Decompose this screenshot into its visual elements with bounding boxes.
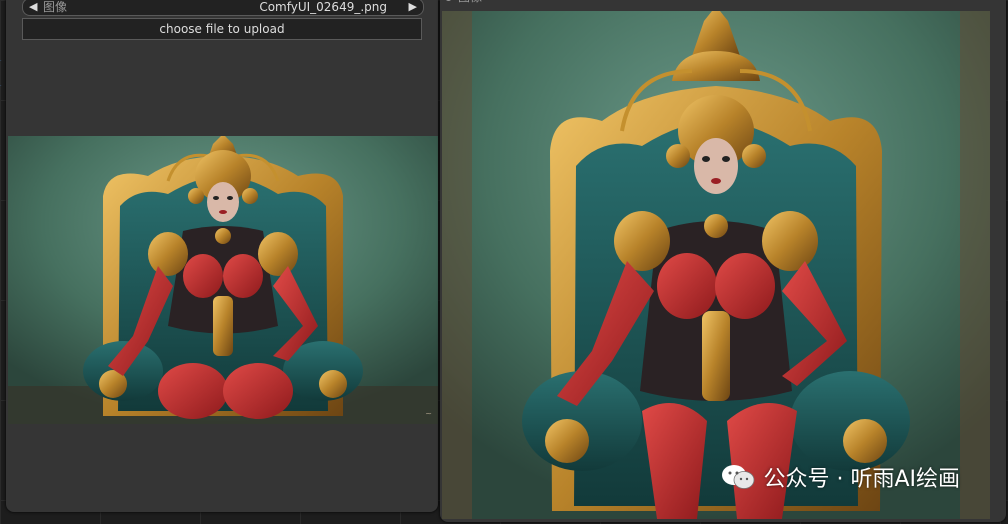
robot-queen-artwork: [8, 136, 438, 424]
preview-image-node[interactable]: 图像: [440, 0, 1006, 522]
watermark: 公众号 · 听雨AI绘画: [721, 461, 960, 493]
combo-label: 图像: [43, 0, 68, 14]
artist-signature: ~: [425, 409, 432, 418]
arrow-left-icon[interactable]: ◀: [29, 0, 37, 15]
output-image-preview: 公众号 · 听雨AI绘画: [442, 11, 990, 519]
image-combo-widget[interactable]: ◀ 图像 ComfyUI_02649_.png ▶: [22, 0, 424, 16]
watermark-text: 公众号 · 听雨AI绘画: [763, 467, 960, 492]
combo-value[interactable]: ComfyUI_02649_.png: [259, 0, 387, 15]
choose-file-button[interactable]: choose file to upload: [22, 18, 422, 40]
node-title: 图像: [458, 0, 482, 4]
load-image-node[interactable]: ◀ 图像 ComfyUI_02649_.png ▶ choose file to…: [6, 0, 438, 512]
wechat-icon: [721, 463, 755, 491]
comfyui-canvas[interactable]: ◀ 图像 ComfyUI_02649_.png ▶ choose file to…: [0, 0, 1008, 524]
arrow-right-icon[interactable]: ▶: [409, 0, 417, 15]
robot-queen-artwork-large: [442, 11, 990, 519]
node-status-dot[interactable]: [445, 0, 452, 1]
loaded-image-preview: ~: [8, 136, 438, 424]
